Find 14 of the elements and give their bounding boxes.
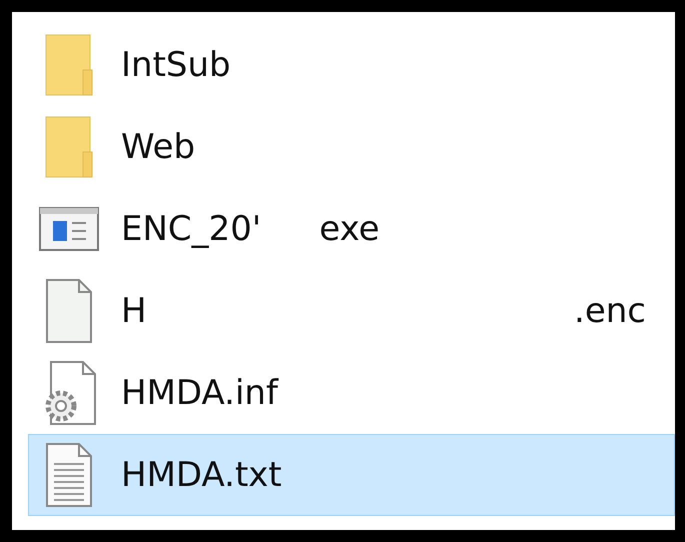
file-name: IntSub xyxy=(121,44,231,86)
text-file-icon xyxy=(45,442,93,508)
file-row[interactable]: HMDA.txt xyxy=(28,434,675,516)
file-name: Web xyxy=(121,126,196,168)
file-name: HMDA.inf xyxy=(121,372,278,414)
file-name-fragment: .enc xyxy=(574,290,646,332)
file-icon xyxy=(45,278,93,344)
window-icon xyxy=(39,207,99,251)
folder-icon xyxy=(45,34,93,96)
file-name: HMDA.txt xyxy=(121,454,282,496)
file-name-fragment: exe xyxy=(319,208,380,250)
file-name: H xyxy=(121,290,147,332)
file-name: ENC_20' xyxy=(121,208,262,250)
folder-icon xyxy=(45,116,93,178)
